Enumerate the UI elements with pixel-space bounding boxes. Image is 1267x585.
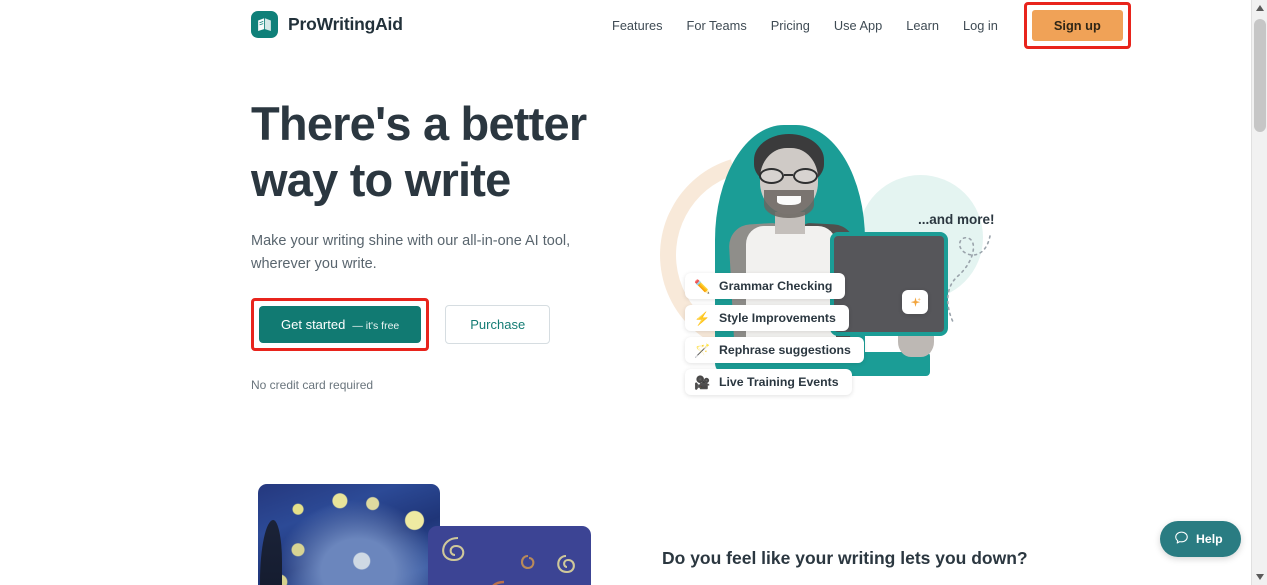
- feature-pill-list: ✏️ Grammar Checking ⚡ Style Improvements…: [685, 273, 935, 401]
- feature-pill-live-training-events: 🎥 Live Training Events: [685, 369, 852, 395]
- main-nav: Features For Teams Pricing Use App Learn…: [600, 0, 1131, 50]
- feature-label: Rephrase suggestions: [719, 343, 851, 357]
- feature-pill-rephrase-suggestions: 🪄 Rephrase suggestions: [685, 337, 864, 363]
- feature-label: Grammar Checking: [719, 279, 833, 293]
- magic-wand-icon: 🪄: [694, 342, 711, 358]
- and-more-label: ...and more!: [918, 212, 995, 227]
- nav-item-use-app[interactable]: Use App: [822, 12, 894, 39]
- nav-item-learn[interactable]: Learn: [894, 12, 951, 39]
- chat-bubble-icon: [1174, 530, 1189, 548]
- hero-subtitle: Make your writing shine with our all-in-…: [251, 233, 571, 272]
- site-header: ProWritingAid Features For Teams Pricing…: [0, 0, 1251, 50]
- lightning-bolt-icon: ⚡: [694, 310, 711, 326]
- page-viewport: ProWritingAid Features For Teams Pricing…: [0, 0, 1251, 585]
- no-credit-card-note: No credit card required: [251, 378, 374, 392]
- hero-title: There's a better way to write: [251, 97, 587, 206]
- feature-label: Style Improvements: [719, 311, 836, 325]
- signup-button[interactable]: Sign up: [1031, 9, 1123, 41]
- video-camera-icon: 🎥: [694, 374, 711, 390]
- lower-section: Do you feel like your writing lets you d…: [0, 460, 1251, 585]
- glasses-bridge: [784, 174, 793, 176]
- nav-item-log-in[interactable]: Log in: [951, 12, 1010, 39]
- get-started-button[interactable]: Get started — it's free: [259, 306, 422, 343]
- browser-scrollbar[interactable]: [1251, 0, 1267, 585]
- help-label: Help: [1196, 532, 1223, 546]
- hero-copy: There's a better way to write Make your …: [251, 96, 621, 392]
- purchase-button[interactable]: Purchase: [445, 305, 551, 344]
- book-logo-icon: [251, 11, 278, 38]
- glasses-lens-left: [759, 168, 784, 184]
- starry-night-image: [258, 484, 440, 585]
- scrollbar-thumb[interactable]: [1254, 19, 1266, 132]
- scroll-up-arrow-icon[interactable]: [1252, 0, 1267, 16]
- signup-highlight-box: Sign up: [1023, 1, 1131, 49]
- feature-pill-grammar-checking: ✏️ Grammar Checking: [685, 273, 846, 299]
- scroll-down-arrow-icon[interactable]: [1252, 569, 1267, 585]
- feature-label: Live Training Events: [719, 375, 839, 389]
- help-widget-button[interactable]: Help: [1160, 521, 1241, 557]
- get-started-label: Get started: [281, 317, 346, 332]
- blue-doodle-card: [428, 526, 591, 585]
- section-question-heading: Do you feel like your writing lets you d…: [662, 548, 1028, 568]
- hero-section: There's a better way to write Make your …: [0, 50, 1251, 460]
- scrollbar-track[interactable]: [1252, 16, 1267, 569]
- get-started-note: — it's free: [352, 320, 400, 332]
- person-smile: [777, 196, 801, 205]
- brand-logo-link[interactable]: ProWritingAid: [251, 11, 403, 38]
- get-started-highlight-box: Get started — it's free: [251, 298, 430, 351]
- pencil-icon: ✏️: [694, 278, 711, 294]
- glasses-icon: [757, 168, 821, 184]
- feature-pill-style-improvements: ⚡ Style Improvements: [685, 305, 849, 331]
- nav-item-for-teams[interactable]: For Teams: [675, 12, 759, 39]
- nav-item-pricing[interactable]: Pricing: [759, 12, 822, 39]
- glasses-lens-right: [793, 168, 818, 184]
- cta-row: Get started — it's free Purchase: [251, 298, 621, 351]
- brand-name: ProWritingAid: [288, 14, 403, 34]
- nav-item-features[interactable]: Features: [600, 12, 675, 39]
- cypress-tree-shape: [260, 520, 282, 585]
